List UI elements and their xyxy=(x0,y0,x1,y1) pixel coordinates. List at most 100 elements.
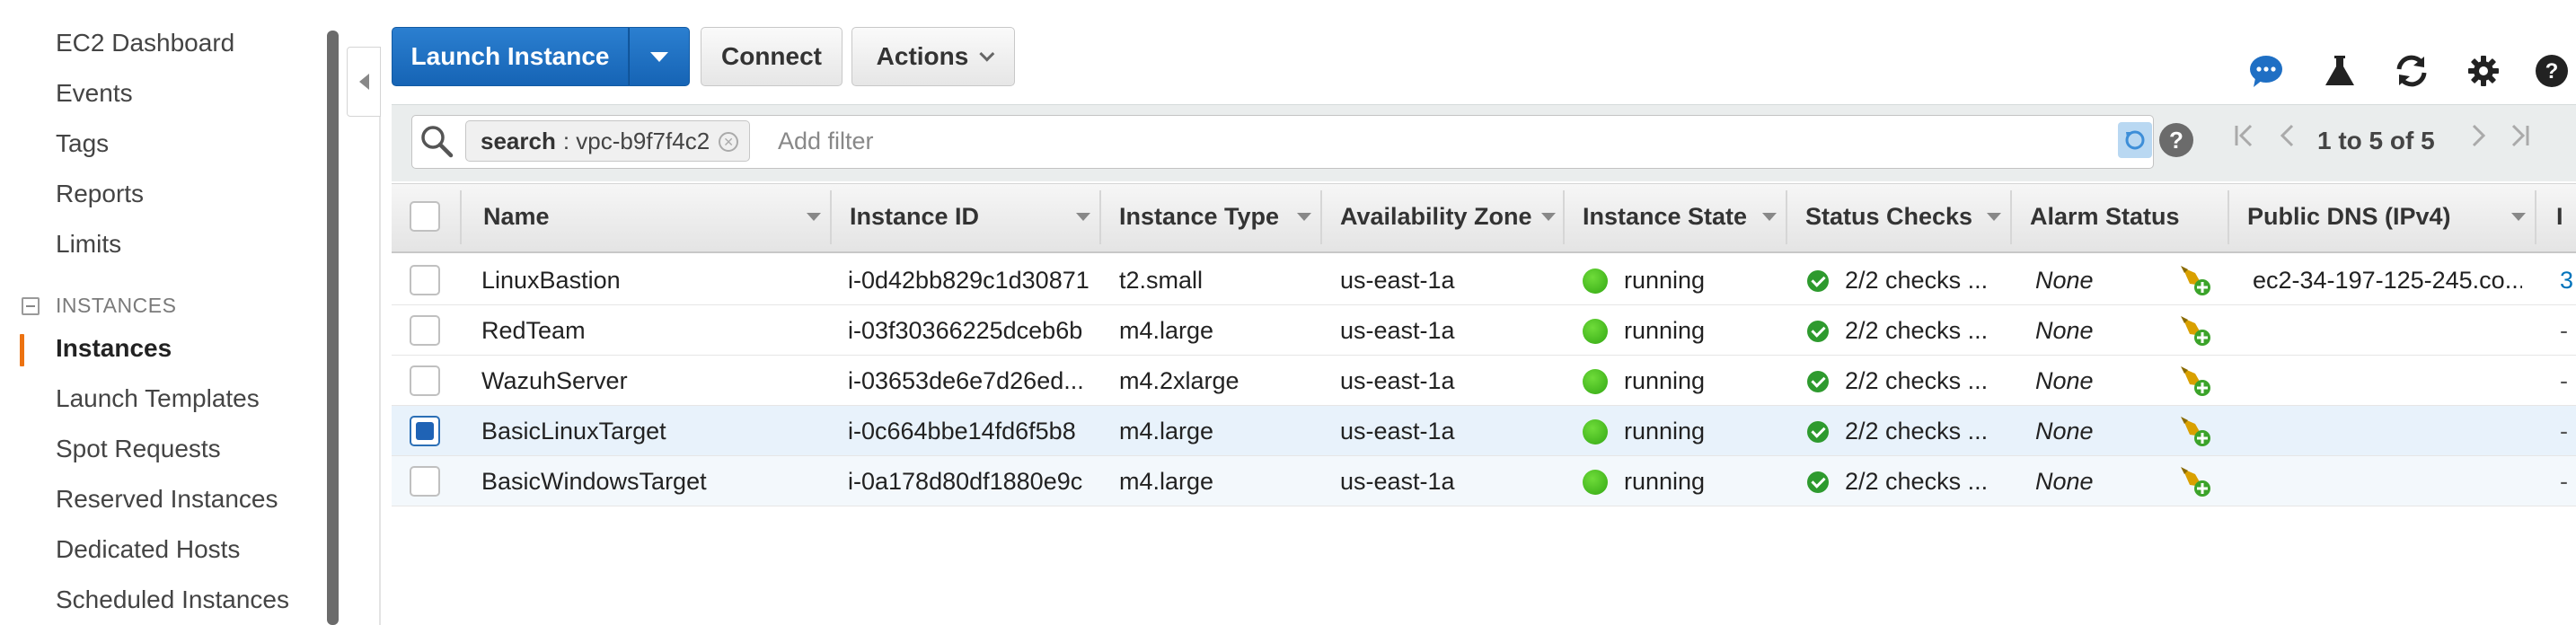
column-separator xyxy=(2010,190,2012,244)
cell-instance-type: m4.large xyxy=(1119,317,1214,344)
column-header-status-checks[interactable]: Status Checks xyxy=(1805,203,1972,231)
cell-instance-type: m4.large xyxy=(1119,468,1214,495)
sidebar-item-instances[interactable]: Instances xyxy=(56,334,172,363)
sidebar-item-spot-requests[interactable]: Spot Requests xyxy=(56,435,221,463)
prev-page-icon[interactable] xyxy=(2276,122,2298,156)
chevron-left-icon xyxy=(358,74,369,90)
filter-refresh-icon[interactable] xyxy=(2118,122,2152,158)
column-header-instance-state[interactable]: Instance State xyxy=(1583,203,1747,231)
sidebar-item-limits[interactable]: Limits xyxy=(56,230,121,259)
sidebar-item-ec2-dashboard[interactable]: EC2 Dashboard xyxy=(56,29,234,57)
column-header-instance-id[interactable]: Instance ID xyxy=(850,203,979,231)
last-page-icon[interactable] xyxy=(2506,122,2531,156)
cell-status-checks[interactable]: 2/2 checks ... xyxy=(1845,317,1988,345)
create-alarm-icon[interactable] xyxy=(2179,314,2211,347)
filter-token-value: : vpc-b9f7f4c2 xyxy=(562,127,710,154)
actions-button[interactable]: Actions xyxy=(851,27,1015,86)
cell-status-checks[interactable]: 2/2 checks ... xyxy=(1845,418,1988,445)
actions-label: Actions xyxy=(876,42,969,70)
column-separator xyxy=(1786,190,1787,244)
sidebar-item-reserved-instances[interactable]: Reserved Instances xyxy=(56,485,278,514)
row-checkbox[interactable] xyxy=(410,265,440,295)
table-row[interactable]: RedTeam i-03f30366225dceb6b m4.large us-… xyxy=(392,305,2576,356)
filter-help-icon[interactable]: ? xyxy=(2159,123,2193,157)
sort-caret-icon[interactable] xyxy=(1297,213,1311,221)
create-alarm-icon[interactable] xyxy=(2179,465,2211,497)
cell-instance-id: i-03f30366225dceb6b xyxy=(848,317,1083,344)
create-alarm-icon[interactable] xyxy=(2179,415,2211,447)
checks-passed-icon xyxy=(1807,321,1829,342)
checks-passed-icon xyxy=(1807,471,1829,493)
next-page-icon[interactable] xyxy=(2468,122,2490,156)
cell-instance-type: t2.small xyxy=(1119,267,1204,294)
create-alarm-icon[interactable] xyxy=(2179,365,2211,397)
select-all-checkbox[interactable] xyxy=(410,201,440,232)
sidebar-item-launch-templates[interactable]: Launch Templates xyxy=(56,384,260,413)
cell-availability-zone: us-east-1a xyxy=(1340,418,1455,445)
help-icon[interactable]: ? xyxy=(2533,52,2571,90)
column-separator xyxy=(2228,190,2229,244)
cell-instance-id: i-0c664bbe14fd6f5b8 xyxy=(848,418,1076,445)
add-filter-placeholder[interactable]: Add filter xyxy=(778,128,874,155)
sidebar-section-instances[interactable]: INSTANCES xyxy=(56,294,176,318)
main-divider xyxy=(379,117,381,625)
cell-status-checks[interactable]: 2/2 checks ... xyxy=(1845,367,1988,395)
sort-caret-icon[interactable] xyxy=(1076,213,1090,221)
cell-instance-state: running xyxy=(1624,317,1706,344)
cell-status-checks[interactable]: 2/2 checks ... xyxy=(1845,267,1988,295)
column-header-availability-zone[interactable]: Availability Zone xyxy=(1340,203,1532,231)
checks-passed-icon xyxy=(1807,270,1829,292)
flask-icon[interactable] xyxy=(2321,52,2359,90)
cell-status-checks[interactable]: 2/2 checks ... xyxy=(1845,468,1988,496)
cell-name: WazuhServer xyxy=(481,367,628,394)
sidebar-item-scheduled-instances[interactable]: Scheduled Instances xyxy=(56,585,289,614)
sort-caret-icon[interactable] xyxy=(807,213,821,221)
launch-instance-dropdown-button[interactable] xyxy=(629,27,690,86)
cell-availability-zone: us-east-1a xyxy=(1340,468,1455,495)
sidebar-item-reports[interactable]: Reports xyxy=(56,180,144,208)
column-header-public-dns[interactable]: Public DNS (IPv4) xyxy=(2247,203,2451,231)
sidebar-scrollbar[interactable] xyxy=(327,31,339,625)
row-checkbox-checked[interactable] xyxy=(410,416,440,446)
refresh-icon[interactable] xyxy=(2393,52,2430,90)
column-header-alarm-status[interactable]: Alarm Status xyxy=(2030,203,2180,231)
cell-instance-type: m4.2xlarge xyxy=(1119,367,1239,394)
launch-instance-button[interactable]: Launch Instance xyxy=(392,27,629,86)
cell-truncated-link[interactable]: 3 xyxy=(2560,267,2573,295)
column-separator xyxy=(460,190,462,244)
sort-caret-icon[interactable] xyxy=(1987,213,2001,221)
row-checkbox[interactable] xyxy=(410,365,440,396)
sidebar-item-tags[interactable]: Tags xyxy=(56,129,109,158)
first-page-icon[interactable] xyxy=(2233,122,2258,156)
table-row[interactable]: LinuxBastion i-0d42bb829c1d30871 t2.smal… xyxy=(392,255,2576,305)
filter-token[interactable]: search : vpc-b9f7f4c2 ✕ xyxy=(465,120,751,162)
chat-icon[interactable] xyxy=(2247,52,2285,90)
sort-caret-icon[interactable] xyxy=(2511,213,2526,221)
column-header-truncated[interactable]: I xyxy=(2556,203,2563,231)
active-indicator xyxy=(20,334,24,366)
cell-instance-state: running xyxy=(1624,468,1706,495)
sidebar: EC2 Dashboard Events Tags Reports Limits… xyxy=(0,0,341,625)
table-row-selected[interactable]: BasicLinuxTarget i-0c664bbe14fd6f5b8 m4.… xyxy=(392,406,2576,456)
cell-instance-state: running xyxy=(1624,418,1706,445)
connect-button[interactable]: Connect xyxy=(701,27,842,86)
remove-filter-icon[interactable]: ✕ xyxy=(719,132,739,152)
column-separator xyxy=(1320,190,1322,244)
table-row[interactable]: BasicWindowsTarget i-0a178d80df1880e9c m… xyxy=(392,456,2576,506)
cell-name: BasicWindowsTarget xyxy=(481,468,707,495)
sort-caret-icon[interactable] xyxy=(1541,213,1556,221)
cell-alarm-status: None xyxy=(2035,468,2094,495)
table-row[interactable]: WazuhServer i-03653de6e7d26ed... m4.2xla… xyxy=(392,356,2576,406)
collapse-sidebar-button[interactable] xyxy=(347,47,381,117)
sidebar-item-dedicated-hosts[interactable]: Dedicated Hosts xyxy=(56,535,240,564)
gear-icon[interactable] xyxy=(2465,52,2502,90)
sort-caret-icon[interactable] xyxy=(1762,213,1777,221)
column-header-instance-type[interactable]: Instance Type xyxy=(1119,203,1279,231)
row-checkbox[interactable] xyxy=(410,466,440,497)
section-collapse-icon[interactable] xyxy=(22,297,40,315)
row-checkbox[interactable] xyxy=(410,315,440,346)
create-alarm-icon[interactable] xyxy=(2179,264,2211,296)
sidebar-item-events[interactable]: Events xyxy=(56,79,133,108)
running-status-icon xyxy=(1583,419,1608,445)
column-header-name[interactable]: Name xyxy=(483,203,550,231)
